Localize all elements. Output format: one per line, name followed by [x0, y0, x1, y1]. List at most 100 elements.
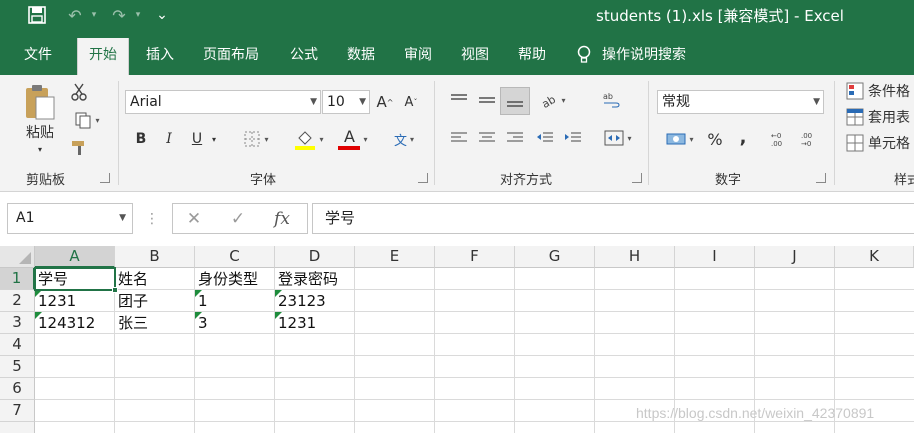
redo-dropdown-icon[interactable]: ▾ — [132, 4, 144, 26]
align-right-icon[interactable] — [504, 127, 526, 149]
decrease-decimal-icon[interactable]: .00 →0 — [798, 127, 822, 151]
row-header-6[interactable]: 6 — [0, 378, 35, 400]
orientation-icon[interactable]: ab ▾ — [536, 89, 570, 111]
font-size-value: 10 — [327, 94, 345, 110]
column-header-d[interactable]: D — [275, 246, 355, 268]
column-header-j[interactable]: J — [755, 246, 835, 268]
row-header-8[interactable] — [0, 422, 35, 433]
cut-icon[interactable] — [68, 81, 90, 103]
font-launcher-icon[interactable] — [418, 173, 428, 183]
tell-me-search[interactable]: 操作说明搜索 — [576, 38, 686, 72]
cell-d1[interactable]: 登录密码 — [275, 268, 338, 290]
insert-function-icon[interactable]: fx — [271, 208, 293, 230]
name-box[interactable]: A1 ▼ — [7, 203, 133, 234]
tab-view[interactable]: 视图 — [457, 38, 493, 75]
row-header-3[interactable]: 3 — [0, 312, 35, 334]
tab-page-layout[interactable]: 页面布局 — [199, 38, 263, 75]
column-header-c[interactable]: C — [195, 246, 275, 268]
grow-font-button[interactable]: A ^ — [374, 90, 396, 114]
title-bar: ↶ ▾ ↷ ▾ ⌄ students (1).xls [兼容模式] - Exce… — [0, 0, 914, 31]
cell-a3[interactable]: 124312 — [35, 312, 95, 334]
align-left-icon[interactable] — [448, 127, 470, 149]
cancel-icon[interactable]: ✕ — [183, 208, 205, 230]
increase-decimal-icon[interactable]: ←0.00 — [768, 127, 792, 151]
row-header-5[interactable]: 5 — [0, 356, 35, 378]
gridline — [35, 421, 914, 422]
customize-toolbar-icon[interactable]: ⌄ — [152, 4, 172, 26]
cell-d2[interactable]: 23123 — [275, 290, 326, 312]
align-bottom-icon[interactable] — [500, 87, 530, 115]
column-header-k[interactable]: K — [835, 246, 914, 268]
font-name-select[interactable]: Arial ▼ — [125, 90, 321, 114]
align-middle-icon[interactable] — [476, 89, 498, 111]
fill-color-button[interactable]: ▾ — [288, 127, 330, 151]
tab-insert[interactable]: 插入 — [142, 38, 178, 75]
merge-center-icon[interactable]: ▾ — [598, 127, 638, 149]
number-format-select[interactable]: 常规 ▼ — [657, 90, 824, 114]
font-color-button[interactable]: A ▾ — [332, 127, 374, 151]
decrease-indent-icon[interactable] — [534, 127, 556, 149]
column-header-f[interactable]: F — [435, 246, 515, 268]
clipboard-group-label: 剪贴板 — [26, 173, 66, 188]
cell-b3[interactable]: 张三 — [115, 312, 148, 334]
select-all-button[interactable] — [0, 246, 35, 268]
phonetic-guide-button[interactable]: 文 ▾ — [384, 127, 424, 151]
align-top-icon[interactable] — [448, 89, 470, 111]
format-painter-icon[interactable] — [68, 137, 90, 159]
tab-file[interactable]: 文件 — [20, 38, 56, 75]
column-header-i[interactable]: I — [675, 246, 755, 268]
cell-styles-button[interactable]: 单元格 — [846, 133, 914, 153]
save-icon[interactable] — [24, 4, 50, 26]
tab-review[interactable]: 审阅 — [400, 38, 436, 75]
column-header-h[interactable]: H — [595, 246, 675, 268]
number-launcher-icon[interactable] — [816, 173, 826, 183]
fill-handle[interactable] — [112, 287, 118, 293]
tab-formulas[interactable]: 公式 — [286, 38, 322, 75]
percent-button[interactable]: % — [704, 127, 726, 151]
group-separator — [434, 81, 435, 185]
format-as-table-button[interactable]: 套用表 — [846, 107, 914, 127]
alignment-launcher-icon[interactable] — [632, 173, 642, 183]
wrap-text-icon[interactable]: ab — [600, 89, 622, 111]
column-header-e[interactable]: E — [355, 246, 435, 268]
tab-help[interactable]: 帮助 — [514, 38, 550, 75]
undo-dropdown-icon[interactable]: ▾ — [88, 4, 100, 26]
gridline — [434, 268, 435, 433]
paste-button[interactable]: 粘贴 — [18, 123, 62, 141]
cell-b1[interactable]: 姓名 — [115, 268, 148, 290]
ribbon-home: 粘贴 ▾ ▾ 剪贴板 Arial ▼ 10 ▼ A ^ Aˇ B I U ▾ ▾ ▾ … — [0, 75, 914, 192]
row-header-1[interactable]: 1 — [0, 268, 35, 290]
splitter-handle[interactable]: ⋮ — [145, 210, 159, 228]
paste-icon[interactable] — [20, 83, 60, 123]
paste-dropdown-icon[interactable]: ▾ — [30, 143, 50, 155]
undo-icon[interactable]: ↶ — [62, 4, 88, 26]
enter-icon[interactable]: ✓ — [227, 208, 249, 230]
comma-button[interactable]: , — [732, 125, 754, 149]
bold-button[interactable]: B — [130, 127, 152, 151]
conditional-formatting-button[interactable]: 条件格 — [846, 81, 914, 101]
formula-input[interactable]: 学号 — [312, 203, 914, 234]
borders-button[interactable]: ▾ — [236, 127, 276, 151]
copy-icon[interactable]: ▾ — [68, 109, 106, 131]
ribbon-tabs: 文件 开始 插入 页面布局 公式 数据 审阅 视图 帮助 操作说明搜索 — [0, 31, 914, 75]
italic-button[interactable]: I — [158, 127, 180, 151]
align-center-icon[interactable] — [476, 127, 498, 149]
redo-icon[interactable]: ↷ — [106, 4, 132, 26]
shrink-font-button[interactable]: Aˇ — [400, 90, 422, 114]
increase-indent-icon[interactable] — [562, 127, 584, 149]
cell-c1[interactable]: 身份类型 — [195, 268, 258, 290]
tab-data[interactable]: 数据 — [343, 38, 379, 75]
underline-dropdown-icon[interactable]: ▾ — [208, 127, 220, 151]
underline-button[interactable]: U — [186, 127, 208, 151]
accounting-format-icon[interactable]: ▾ — [660, 127, 700, 151]
row-header-2[interactable]: 2 — [0, 290, 35, 312]
row-header-7[interactable]: 7 — [0, 400, 35, 422]
cell-b2[interactable]: 团子 — [115, 290, 148, 312]
column-header-a[interactable]: A — [35, 246, 115, 268]
tab-home[interactable]: 开始 — [77, 38, 129, 75]
clipboard-launcher-icon[interactable] — [100, 173, 110, 183]
font-size-select[interactable]: 10 ▼ — [322, 90, 370, 114]
column-header-g[interactable]: G — [515, 246, 595, 268]
column-header-b[interactable]: B — [115, 246, 195, 268]
row-header-4[interactable]: 4 — [0, 334, 35, 356]
